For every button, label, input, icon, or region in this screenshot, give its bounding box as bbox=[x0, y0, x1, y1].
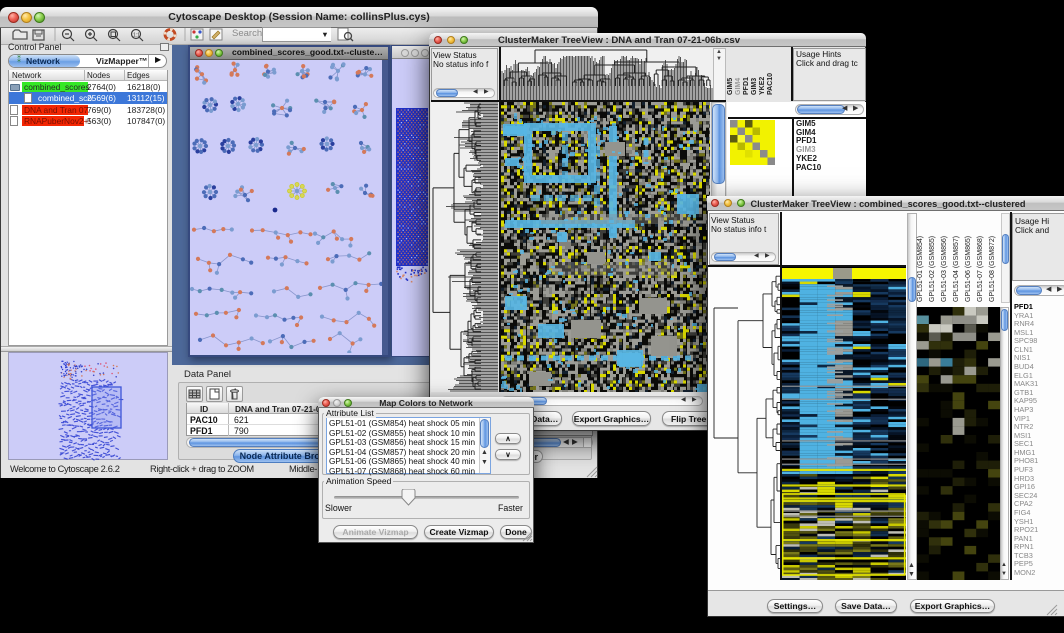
svg-text:1:1: 1:1 bbox=[133, 33, 140, 39]
